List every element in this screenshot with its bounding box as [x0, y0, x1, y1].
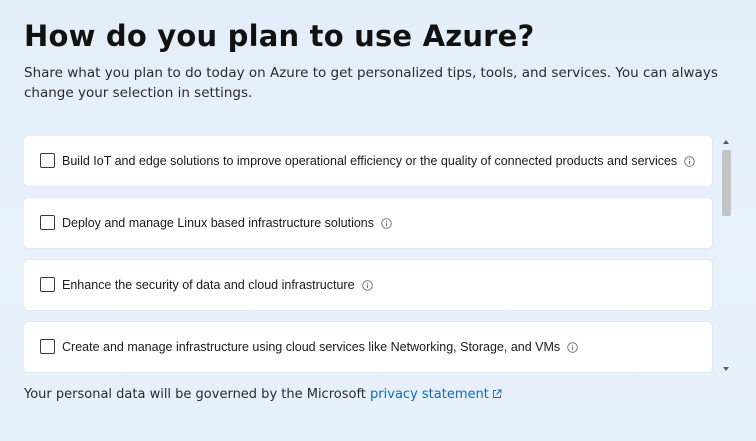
options-list: Build IoT and edge solutions to improve …	[24, 136, 714, 376]
option-checkbox-linux[interactable]	[40, 215, 55, 230]
option-checkbox-iot[interactable]	[40, 153, 55, 168]
option-card-iot[interactable]: Build IoT and edge solutions to improve …	[24, 136, 712, 186]
scroll-up-icon[interactable]	[723, 140, 729, 144]
option-label-iot: Build IoT and edge solutions to improve …	[62, 153, 695, 169]
option-checkbox-security[interactable]	[40, 277, 55, 292]
option-card-linux[interactable]: Deploy and manage Linux based infrastruc…	[24, 198, 712, 248]
privacy-footer-text: Your personal data will be governed by t…	[24, 387, 366, 402]
scroll-down-icon[interactable]	[723, 367, 729, 371]
scrollbar-thumb[interactable]	[722, 150, 731, 216]
page-title: How do you plan to use Azure?	[24, 19, 535, 53]
options-scrollbar[interactable]	[721, 136, 733, 376]
privacy-footer: Your personal data will be governed by t…	[24, 386, 502, 404]
option-checkbox-infrastructure[interactable]	[40, 339, 55, 354]
info-icon[interactable]	[567, 341, 578, 353]
privacy-statement-link[interactable]: privacy statement	[370, 387, 502, 402]
page-subtitle: Share what you plan to do today on Azure…	[24, 65, 718, 101]
option-label-security: Enhance the security of data and cloud i…	[62, 277, 373, 293]
info-icon[interactable]	[361, 279, 373, 291]
option-card-security[interactable]: Enhance the security of data and cloud i…	[24, 260, 712, 310]
info-icon[interactable]	[684, 155, 695, 167]
option-card-infrastructure[interactable]: Create and manage infrastructure using c…	[24, 322, 712, 372]
option-label-infrastructure: Create and manage infrastructure using c…	[62, 339, 578, 355]
option-label-linux: Deploy and manage Linux based infrastruc…	[62, 215, 392, 231]
info-icon[interactable]	[381, 217, 392, 229]
external-link-icon	[492, 389, 502, 398]
